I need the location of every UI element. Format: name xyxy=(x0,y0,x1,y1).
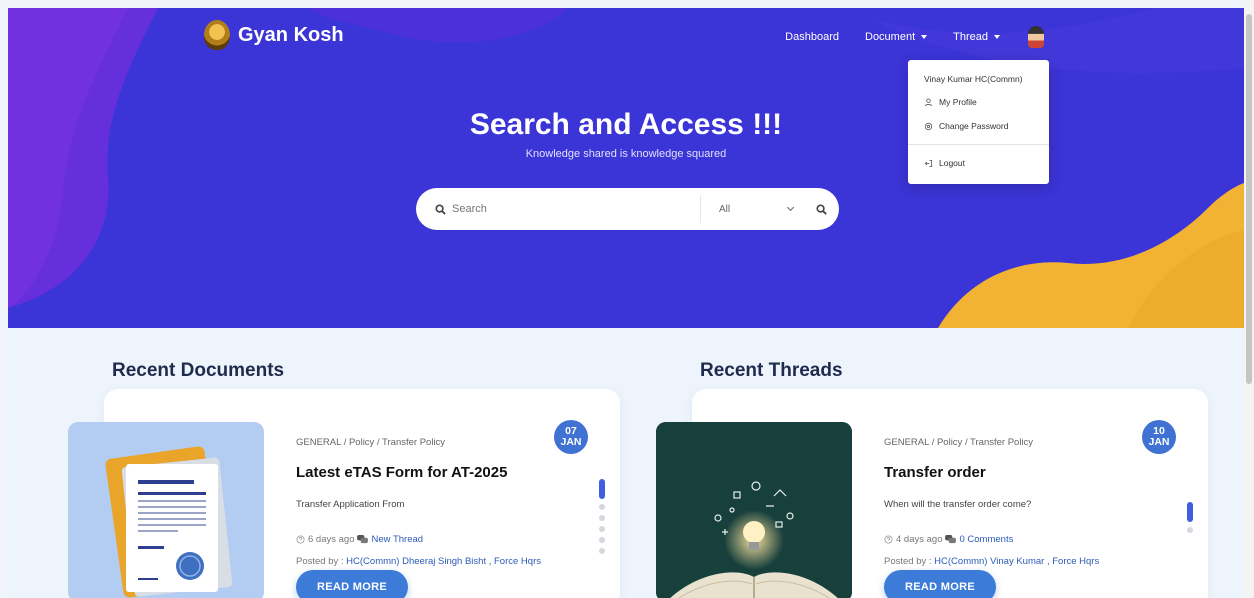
document-breadcrumb: GENERAL / Policy / Transfer Policy xyxy=(296,437,446,448)
dropdown-my-profile-label: My Profile xyxy=(939,97,977,107)
comments-icon xyxy=(357,535,369,544)
recent-documents-heading: Recent Documents xyxy=(112,360,285,381)
nav-dashboard[interactable]: Dashboard xyxy=(785,31,839,43)
document-date-badge: 07 JAN xyxy=(554,420,588,454)
carousel-dot[interactable] xyxy=(599,515,605,521)
nav-document[interactable]: Document xyxy=(865,31,928,43)
brand[interactable]: Gyan Kosh xyxy=(204,20,344,50)
hero-subtitle: Knowledge shared is knowledge squared xyxy=(525,148,727,160)
dropdown-change-password-label: Change Password xyxy=(939,121,1009,131)
thread-meta: 4 days ago 0 Comments xyxy=(884,534,1013,545)
lightbulb-book-icon xyxy=(656,422,852,598)
scrollbar-thumb[interactable] xyxy=(1246,14,1252,384)
search-icon xyxy=(416,203,452,215)
document-thumbnail[interactable] xyxy=(68,422,264,598)
search-submit-button[interactable] xyxy=(805,203,837,215)
document-meta: 6 days ago New Thread xyxy=(296,534,423,545)
carousel-dot[interactable] xyxy=(1187,527,1193,533)
caret-down-icon xyxy=(994,35,1000,39)
hero-background xyxy=(8,8,1244,328)
document-posted-prefix: Posted by : xyxy=(296,556,347,567)
document-read-more-button[interactable]: READ MORE xyxy=(296,570,408,598)
document-time-ago: 6 days ago xyxy=(308,534,355,545)
carousel-dot[interactable] xyxy=(599,548,605,554)
recent-threads-heading: Recent Threads xyxy=(700,360,843,381)
nav-dashboard-label: Dashboard xyxy=(785,31,839,43)
thread-date-month: JAN xyxy=(1148,436,1170,448)
thread-thumbnail[interactable] xyxy=(656,422,852,598)
document-description: Transfer Application From xyxy=(296,499,405,510)
carousel-dot[interactable] xyxy=(599,537,605,543)
thread-time-ago: 4 days ago xyxy=(896,534,943,545)
thread-posted-prefix: Posted by : xyxy=(884,556,935,567)
carousel-dot[interactable] xyxy=(599,504,605,510)
dropdown-my-profile[interactable]: My Profile xyxy=(908,96,1049,108)
thread-date-badge: 10 JAN xyxy=(1142,420,1176,454)
settings-icon xyxy=(924,122,933,130)
thread-breadcrumb: GENERAL / Policy / Transfer Policy xyxy=(884,437,1034,448)
top-nav: Dashboard Document Thread xyxy=(785,26,1044,48)
search-icon xyxy=(815,203,827,215)
thread-title[interactable]: Transfer order xyxy=(884,464,986,481)
thread-description: When will the transfer order come? xyxy=(884,499,1032,510)
hero-title: Search and Access !!! xyxy=(469,108,783,141)
user-icon xyxy=(924,97,933,106)
logout-icon xyxy=(924,159,933,167)
nav-thread-label: Thread xyxy=(953,31,988,43)
carousel-dot-active[interactable] xyxy=(599,479,605,499)
document-posted-by: Posted by : HC(Commn) Dheeraj Singh Bish… xyxy=(296,556,541,567)
thread-posted-by-link[interactable]: HC(Commn) Vinay Kumar , Force Hqrs xyxy=(934,556,1099,567)
hero-banner: Gyan Kosh Dashboard Document Thread Sear… xyxy=(8,8,1244,328)
carousel-dot-active[interactable] xyxy=(1187,502,1193,522)
chevron-down-icon xyxy=(786,203,795,212)
page: Gyan Kosh Dashboard Document Thread Sear… xyxy=(8,8,1244,598)
thread-read-more-button[interactable]: READ MORE xyxy=(884,570,996,598)
document-date-month: JAN xyxy=(560,436,582,448)
document-carousel-dots xyxy=(599,479,605,554)
help-circle-icon xyxy=(296,535,305,544)
dropdown-divider xyxy=(908,144,1049,145)
search-input[interactable] xyxy=(452,188,700,230)
dropdown-logout-label: Logout xyxy=(939,158,965,168)
carousel-dot[interactable] xyxy=(599,526,605,532)
user-dropdown-menu: Vinay Kumar HC(Commn) My Profile Change … xyxy=(908,60,1049,184)
document-posted-by-link[interactable]: HC(Commn) Dheeraj Singh Bisht , Force Hq… xyxy=(346,556,541,567)
thread-posted-by: Posted by : HC(Commn) Vinay Kumar , Forc… xyxy=(884,556,1099,567)
thread-carousel-dots xyxy=(1187,502,1193,533)
search-filter-select[interactable]: All xyxy=(701,204,805,215)
brand-logo-icon xyxy=(204,20,230,50)
page-scrollbar[interactable] xyxy=(1244,0,1254,598)
help-circle-icon xyxy=(884,535,893,544)
caret-down-icon xyxy=(921,35,928,39)
thread-comments-link[interactable]: 0 Comments xyxy=(959,534,1013,545)
brand-name: Gyan Kosh xyxy=(238,23,344,46)
search-bar: All xyxy=(416,188,839,230)
document-title[interactable]: Latest eTAS Form for AT-2025 xyxy=(296,464,507,481)
document-icon xyxy=(105,446,233,598)
dropdown-user-name: Vinay Kumar HC(Commn) xyxy=(924,74,1023,84)
comments-icon xyxy=(945,535,957,544)
dropdown-logout[interactable]: Logout xyxy=(908,157,1049,169)
nav-document-label: Document xyxy=(865,31,916,43)
dropdown-change-password[interactable]: Change Password xyxy=(908,120,1049,132)
search-filter-value: All xyxy=(719,203,731,215)
document-meta-link[interactable]: New Thread xyxy=(371,534,423,545)
nav-thread[interactable]: Thread xyxy=(953,31,1000,43)
user-avatar[interactable] xyxy=(1028,26,1044,48)
